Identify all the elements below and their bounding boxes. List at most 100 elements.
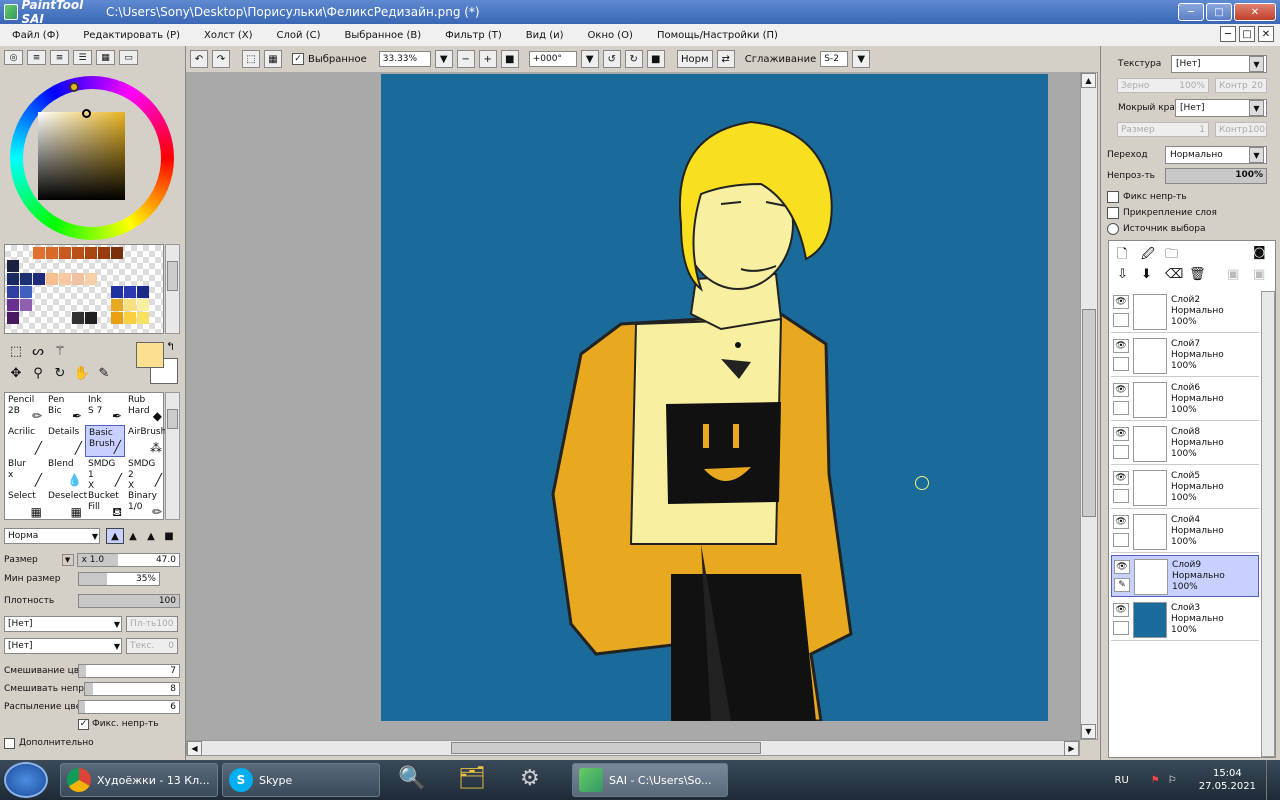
brush-shape-3-icon[interactable]: ▲ (142, 528, 160, 544)
texture2-select[interactable]: [Нет] ▼ (4, 638, 122, 654)
color-wheel-mode-icon[interactable]: ◎ (4, 50, 23, 65)
lock-icon[interactable] (1113, 621, 1129, 635)
swatch[interactable] (72, 312, 84, 324)
deselect-icon[interactable]: ⬚ (242, 50, 260, 68)
lock-icon[interactable] (1113, 533, 1129, 547)
rotate-reset-icon[interactable]: ■ (646, 50, 665, 68)
new-folder-icon[interactable]: 🗀 (1165, 245, 1178, 267)
layer-opacity-slider[interactable]: 100% (1165, 168, 1267, 184)
swatch[interactable] (72, 273, 84, 285)
swatch[interactable] (20, 286, 32, 298)
scroll-left-icon[interactable]: ◀ (187, 741, 202, 756)
brush-smdg2[interactable]: SMDG 2 X ╱ (125, 457, 165, 491)
undo-icon[interactable]: ↶ (190, 50, 208, 68)
texture-select[interactable]: [Нет] ▼ (4, 616, 122, 632)
swatch[interactable] (20, 273, 32, 285)
brush-basic[interactable]: Basic Brush ╱ (85, 425, 125, 457)
color-swatches[interactable] (4, 244, 164, 334)
fix-opacity-checkbox[interactable]: ✓ (78, 718, 89, 730)
merge-down-icon[interactable]: ⬇ (1141, 267, 1152, 282)
lock-icon[interactable] (1113, 313, 1129, 327)
scroll-up-icon[interactable]: ▲ (1081, 73, 1096, 88)
layer-item-selected[interactable]: 👁 ✎ Слой9 Нормально 100% (1111, 555, 1259, 597)
swatch[interactable] (33, 273, 45, 285)
brush-blend[interactable]: Blend 💧 (45, 457, 85, 489)
layer-item[interactable]: 👁 Слой2 Нормально 100% (1111, 291, 1259, 333)
menu-edit[interactable]: Редактировать (Р) (83, 30, 180, 41)
brush-deselect[interactable]: Deselect ▦ (45, 489, 87, 521)
hue-marker[interactable] (69, 82, 79, 92)
show-desktop-button[interactable] (1266, 760, 1280, 800)
zoom-icon[interactable]: ⚲ (28, 364, 48, 382)
menu-selection[interactable]: Выбранное (В) (345, 30, 422, 41)
density-slider[interactable]: 100 (78, 594, 180, 608)
swatch[interactable] (7, 260, 19, 272)
trash-icon[interactable]: 🗑 (1189, 267, 1206, 282)
menu-view[interactable]: Вид (и) (526, 30, 564, 41)
chevron-down-icon[interactable]: ▼ (434, 50, 453, 68)
mix-color-slider[interactable]: 7 (78, 664, 180, 678)
menu-layer[interactable]: Слой (С) (277, 30, 321, 41)
clear-layer-icon[interactable]: ⌫ (1165, 267, 1183, 282)
brush-mode-select[interactable]: Норма ▼ (4, 528, 100, 544)
zoom-in-icon[interactable]: + (478, 50, 497, 68)
new-layer-icon[interactable]: 🗋 (1117, 245, 1127, 267)
zoom-out-icon[interactable]: − (456, 50, 475, 68)
swatch[interactable] (111, 299, 123, 311)
lock-icon[interactable] (1113, 489, 1129, 503)
layer-item[interactable]: 👁 Слой7 Нормально 100% (1111, 335, 1259, 377)
brush-select[interactable]: Select ▦ (5, 489, 45, 521)
menu-window[interactable]: Окно (О) (588, 30, 633, 41)
chevron-down-icon[interactable]: ▼ (580, 50, 599, 68)
brush-scrollbar[interactable] (165, 392, 180, 520)
show-selection-checkbox[interactable]: ✓ (292, 53, 304, 65)
swatch[interactable] (124, 312, 136, 324)
magic-wand-icon[interactable]: ⚚ (50, 342, 70, 360)
scroll-right-icon[interactable]: ▶ (1064, 741, 1079, 756)
canvas-vscrollbar[interactable]: ▲ ▼ (1080, 72, 1098, 740)
blur-slider[interactable]: 6 (78, 700, 180, 714)
lock-icon[interactable] (1113, 445, 1129, 459)
swatch[interactable] (46, 247, 58, 259)
swatch[interactable] (111, 312, 123, 324)
task-chrome[interactable]: Худоёжки - 13 Кл... (60, 763, 218, 797)
rect-select-icon[interactable]: ⬚ (6, 342, 26, 360)
eye-icon[interactable]: 👁 (1113, 515, 1129, 529)
brush-smdg1[interactable]: SMDG 1 X ╱ (85, 457, 125, 491)
brush-edit-icon[interactable]: ✎ (1114, 578, 1130, 592)
size-slider[interactable]: x 1.0 47.0 (76, 553, 180, 567)
fix-opacity-checkbox[interactable] (1107, 191, 1119, 203)
network-icon[interactable]: ⚑ (1151, 775, 1160, 786)
mdi-maximize-button[interactable]: □ (1239, 26, 1255, 42)
mdi-minimize-button[interactable]: ─ (1220, 26, 1236, 42)
layer-blend-select[interactable]: Нормально (1165, 146, 1267, 164)
swatch[interactable] (20, 299, 32, 311)
invert-select-icon[interactable]: ▦ (264, 50, 282, 68)
chevron-down-icon[interactable]: ▼ (61, 554, 74, 566)
swatch[interactable] (124, 299, 136, 311)
brush-ink[interactable]: Ink S 7 ✒ (85, 393, 125, 425)
scratchpad-mode-icon[interactable]: ▭ (119, 50, 138, 65)
chevron-down-icon[interactable]: ▼ (852, 50, 871, 68)
texture-select[interactable]: [Нет] (1171, 55, 1267, 73)
swatch[interactable] (85, 247, 97, 259)
brush-pencil[interactable]: Pencil 2B ✏ (5, 393, 45, 425)
eye-icon[interactable]: 👁 (1113, 383, 1129, 397)
layer-mask-icon[interactable]: ◙ (1253, 245, 1266, 260)
layer-item[interactable]: 👁 Слой8 Нормально 100% (1111, 423, 1259, 465)
saturation-value-square[interactable] (38, 112, 125, 200)
swatch[interactable] (59, 273, 71, 285)
menu-filter[interactable]: Фильтр (Т) (445, 30, 502, 41)
swatch-mode-icon[interactable]: ☰ (73, 50, 92, 65)
eye-icon[interactable]: 👁 (1113, 427, 1129, 441)
language-indicator[interactable]: RU (1115, 775, 1129, 786)
brush-blur[interactable]: Blur x ╱ (5, 457, 45, 489)
drawing-canvas[interactable] (381, 74, 1048, 721)
brush-shape-2-icon[interactable]: ▲ (124, 528, 142, 544)
min-size-slider[interactable]: 35% (78, 572, 160, 586)
rotation-field[interactable]: +000° (528, 51, 577, 67)
brush-shape-4-icon[interactable]: ■ (160, 528, 178, 544)
transfer-down-icon[interactable]: ⇩ (1117, 267, 1128, 282)
swatch[interactable] (124, 286, 136, 298)
flip-icon[interactable]: ⇄ (716, 50, 735, 68)
